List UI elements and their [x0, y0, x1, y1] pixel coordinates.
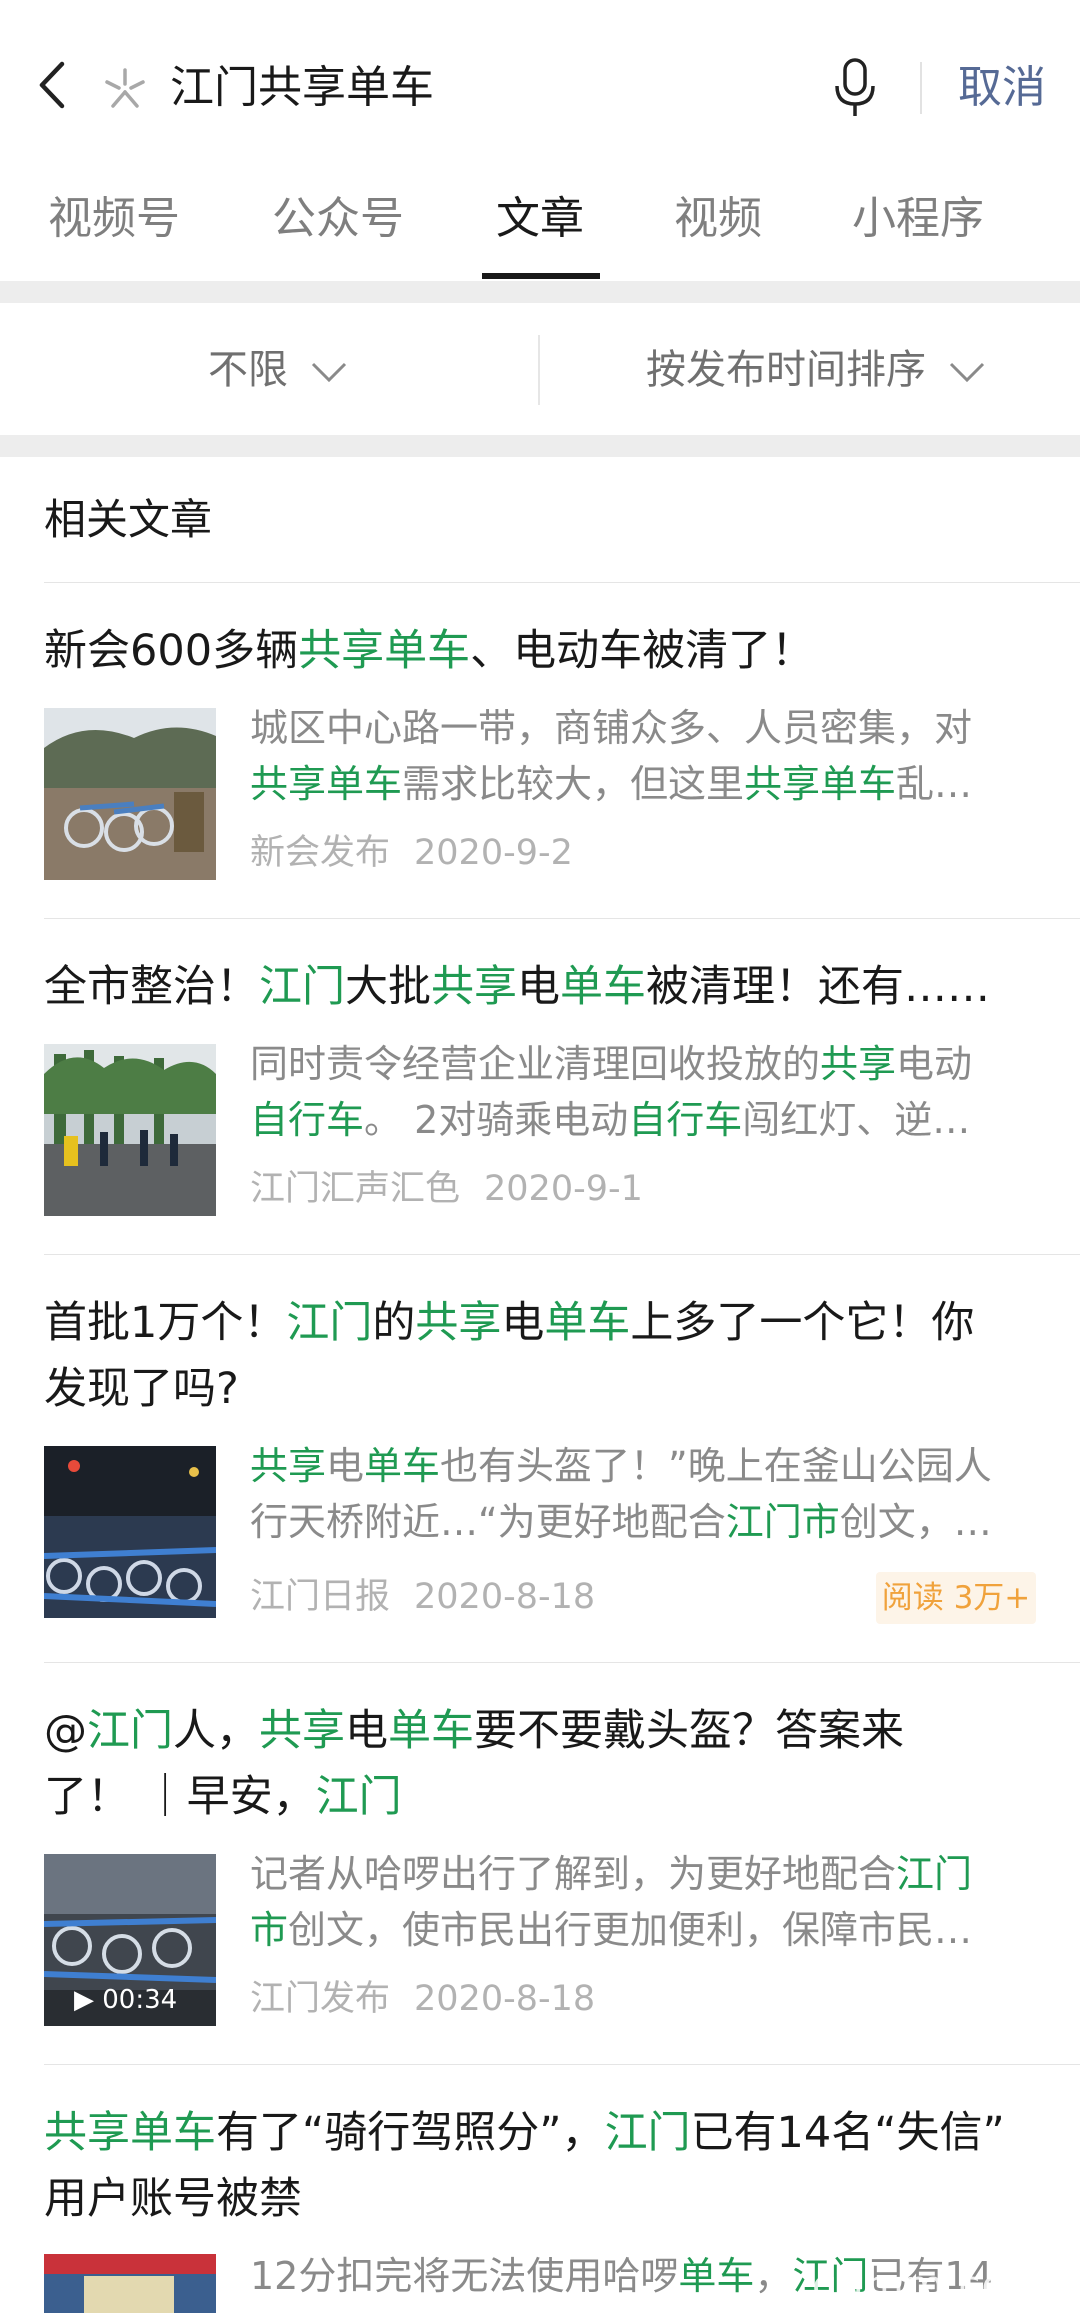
back-icon[interactable] — [34, 60, 70, 110]
article-title: @江门人，共享电单车要不要戴头盔？答案来 了！ ｜早安，江门 — [44, 1706, 904, 1822]
article-snippet: 共享电单车也有头盔了！”晚上在釜山公园人 行天桥附近…“为更好地配合江门市创文，… — [250, 1444, 992, 1544]
article-snippet: 同时责令经营企业清理回收投放的共享电动 自行车。 2对骑乘电动自行车闯红灯、逆… — [250, 1042, 973, 1142]
divider — [44, 1662, 1080, 1663]
sort-label: 按发布时间排序 — [646, 347, 926, 393]
read-count-badge: 阅读 3万+ — [876, 1572, 1036, 1624]
article-meta: 江门汇声汇色 2020-9-1 — [250, 1164, 643, 1214]
divider — [44, 918, 1080, 919]
tab-bar: 视频号 公众号 文章 视频 小程序 — [0, 153, 1080, 281]
article-source: 江门日报 — [250, 1577, 391, 1617]
divider — [44, 1254, 1080, 1255]
article-thumbnail — [44, 2254, 216, 2313]
article-title: 新会600多辆共享单车、电动车被清了！ — [44, 626, 815, 676]
cancel-button[interactable]: 取消 — [958, 58, 1046, 118]
article-source: 新会发布 — [250, 833, 391, 873]
article-snippet: 城区中心路一带，商铺众多、人员密集，对 共享单车需求比较大，但这里共享单车乱… — [250, 706, 973, 806]
article-title: 首批1万个！江门的共享电单车上多了一个它！你 发现了吗? — [44, 1298, 975, 1414]
search-bar: 江门共享单车 取消 — [0, 0, 1080, 154]
article-date: 2020-9-2 — [414, 833, 573, 873]
section-gap — [0, 435, 1080, 457]
article-source: 江门发布 — [250, 1979, 391, 2019]
chevron-down-icon — [949, 362, 984, 383]
article-meta: 新会发布 2020-9-2 — [250, 828, 573, 878]
section-gap — [0, 281, 1080, 303]
article-snippet: 记者从哈啰出行了解到，为更好地配合江门 市创文，使市民出行更加便利，保障市民… — [250, 1852, 973, 1952]
tab-mini-programs[interactable]: 小程序 — [852, 189, 984, 249]
time-range-label: 不限 — [208, 347, 288, 393]
article-title: 全市整治！江门大批共享电单车被清理！还有…… — [44, 962, 990, 1012]
tab-channels[interactable]: 视频号 — [48, 189, 180, 249]
divider — [920, 62, 922, 114]
divider — [44, 582, 1080, 583]
video-duration: ▶ 00:34 — [74, 1985, 178, 2015]
filter-divider — [538, 335, 540, 405]
chevron-down-icon — [311, 362, 346, 383]
microphone-icon[interactable] — [832, 58, 878, 118]
article-meta: 江门日报 2020-8-18 — [250, 1572, 595, 1622]
filter-bar: 不限 按发布时间排序 — [0, 303, 1080, 435]
time-range-filter[interactable]: 不限 — [208, 343, 349, 397]
active-tab-indicator — [482, 273, 600, 279]
article-thumbnail — [44, 1044, 216, 1216]
watermark: gdmm.com — [812, 2263, 1047, 2309]
article-date: 2020-8-18 — [414, 1979, 596, 2019]
article-source: 江门汇声汇色 — [250, 1169, 461, 1209]
article-thumbnail — [44, 708, 216, 880]
tab-articles[interactable]: 文章 — [496, 189, 584, 249]
divider — [44, 2064, 1080, 2065]
sort-filter[interactable]: 按发布时间排序 — [646, 343, 987, 397]
article-date: 2020-9-1 — [484, 1169, 643, 1209]
wechat-search-icon — [105, 68, 145, 108]
article-title: 共享单车有了“骑行驾照分”，江门已有14名“失信” 用户账号被禁 — [44, 2108, 1005, 2224]
tab-official-accounts[interactable]: 公众号 — [272, 189, 404, 249]
section-title: 相关文章 — [44, 495, 213, 544]
article-thumbnail — [44, 1446, 216, 1618]
search-input[interactable]: 江门共享单车 — [170, 58, 434, 118]
article-meta: 江门发布 2020-8-18 — [250, 1974, 595, 2024]
tab-videos[interactable]: 视频 — [674, 189, 762, 249]
article-date: 2020-8-18 — [414, 1577, 596, 1617]
